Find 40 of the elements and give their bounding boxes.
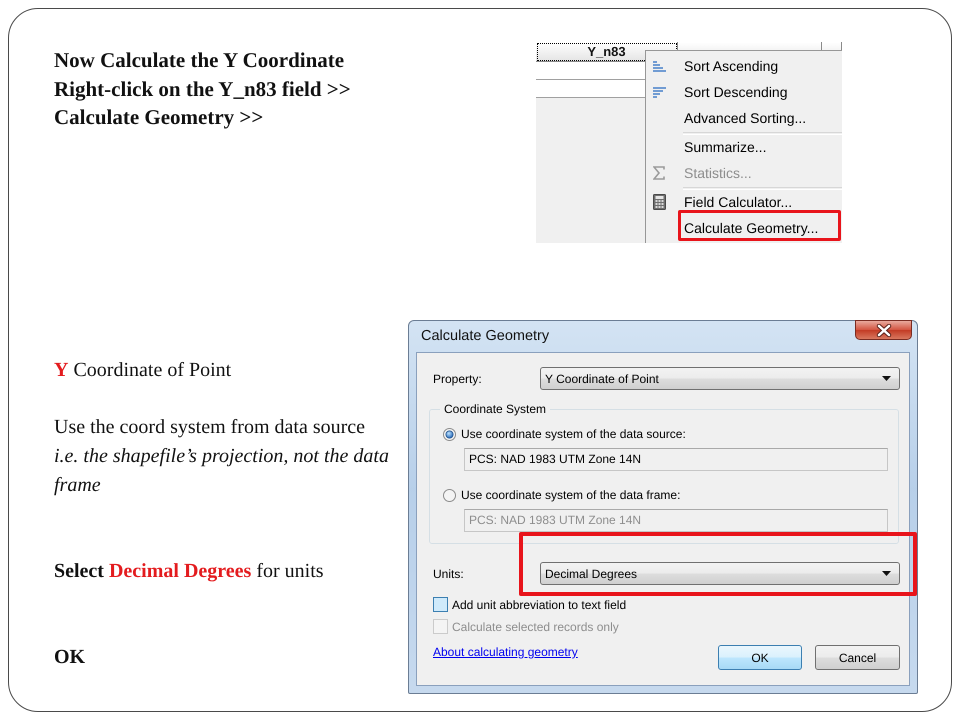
table-row[interactable] [536, 62, 645, 80]
instruction-text: Now Calculate the Y Coordinate [54, 47, 344, 74]
units-dropdown[interactable]: Decimal Degrees [540, 562, 900, 585]
menu-item[interactable]: Sort Descending [646, 79, 842, 105]
checkbox-option[interactable]: Add unit abbreviation to text field [429, 597, 900, 612]
sort-ascending-icon [653, 60, 666, 72]
note-text: OK [54, 645, 86, 670]
readonly-field: PCS: NAD 1983 UTM Zone 14N [464, 448, 888, 471]
caret-icon [882, 571, 891, 576]
instruction-text: Right-click on the Y_n83 field >> [54, 76, 351, 103]
radio-option[interactable]: Use coordinate system of the data frame: [443, 487, 898, 503]
field-label: Units: [433, 566, 465, 582]
note-text: i.e. the shapefile’s projection, not the data frame [54, 444, 390, 498]
checkbox-icon[interactable] [433, 597, 448, 612]
radio-option[interactable]: Use coordinate system of the data source: [443, 426, 898, 442]
radio-icon[interactable] [443, 488, 456, 502]
menu-item[interactable]: Advanced Sorting... [646, 105, 842, 131]
group-title: Coordinate System [440, 402, 550, 416]
table-row[interactable] [536, 80, 645, 98]
note-text: Use the coord system from data source [54, 415, 366, 440]
calculator-icon [653, 194, 666, 210]
dialog-button[interactable]: Cancel [815, 645, 900, 670]
menu-item[interactable]: Summarize... [646, 134, 842, 160]
close-icon [876, 324, 892, 336]
note-text: Select Decimal Degrees for units [54, 559, 325, 584]
help-link[interactable]: About calculating geometry [433, 645, 578, 659]
note-text: Y Coordinate of Point [54, 358, 232, 383]
instruction-text: Calculate Geometry >> [54, 104, 264, 131]
dialog-button[interactable]: OK [718, 645, 802, 670]
readonly-field: PCS: NAD 1983 UTM Zone 14N [464, 509, 888, 532]
caret-icon [882, 376, 891, 381]
menu-item[interactable]: Calculate Geometry... [646, 215, 842, 241]
sort-descending-icon [653, 86, 666, 98]
close-button[interactable] [855, 320, 912, 340]
radio-icon[interactable] [443, 428, 456, 440]
field-label: Property: [433, 370, 483, 388]
window-title: Calculate Geometry [420, 327, 550, 346]
property-dropdown[interactable]: Y Coordinate of Point [540, 367, 900, 390]
menu-item[interactable]: Field Calculator... [646, 189, 842, 215]
sigma-icon [653, 166, 665, 180]
